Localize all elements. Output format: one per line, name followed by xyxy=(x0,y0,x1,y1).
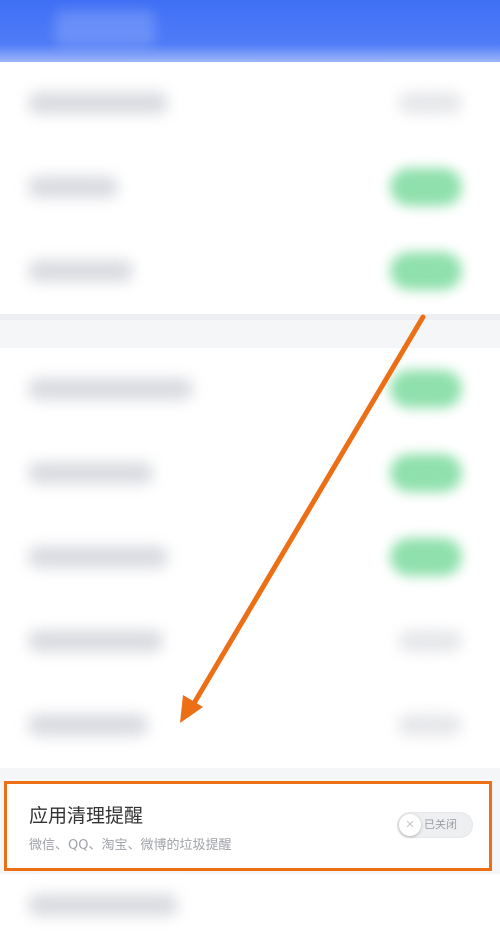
blurred-label xyxy=(28,462,153,484)
settings-row-blurred[interactable] xyxy=(0,516,500,600)
blurred-toggle-on[interactable] xyxy=(390,370,462,408)
blurred-label xyxy=(28,714,148,736)
settings-row-blurred[interactable] xyxy=(0,600,500,684)
settings-row-blurred[interactable] xyxy=(0,432,500,516)
blurred-label xyxy=(28,260,133,282)
settings-row-blurred[interactable] xyxy=(0,230,500,314)
settings-row-blurred[interactable] xyxy=(0,874,500,947)
blurred-toggle-on[interactable] xyxy=(390,538,462,576)
blurred-toggle-off xyxy=(398,714,462,736)
close-x-icon: ✕ xyxy=(405,818,415,831)
blurred-toggle-off xyxy=(398,630,462,652)
settings-row-blurred[interactable] xyxy=(0,146,500,230)
header-title-blurred xyxy=(55,10,155,46)
blurred-toggle-off xyxy=(398,92,462,114)
blurred-label xyxy=(28,378,193,400)
blurred-label xyxy=(28,546,168,568)
blurred-label xyxy=(28,630,163,652)
blurred-toggle-on[interactable] xyxy=(390,168,462,206)
setting-title: 应用清理提醒 xyxy=(29,805,144,827)
section-divider xyxy=(0,314,500,320)
toggle-knob: ✕ xyxy=(399,814,421,836)
settings-row-blurred[interactable] xyxy=(0,62,500,146)
settings-row-blurred[interactable] xyxy=(0,684,500,768)
toggle-state-label: 已关闭 xyxy=(424,818,457,831)
blurred-label xyxy=(28,92,168,114)
blurred-label xyxy=(28,894,178,916)
blurred-label xyxy=(28,176,118,198)
cleanup-reminder-toggle[interactable]: ✕ 已关闭 xyxy=(397,812,473,838)
settings-row-blurred[interactable] xyxy=(0,348,500,432)
blurred-toggle-on[interactable] xyxy=(390,252,462,290)
app-cleanup-reminder-row[interactable]: 应用清理提醒 微信、QQ、淘宝、微博的垃圾提醒 ✕ 已关闭 xyxy=(4,781,492,871)
blurred-toggle-on[interactable] xyxy=(390,454,462,492)
setting-subtitle: 微信、QQ、淘宝、微博的垃圾提醒 xyxy=(29,838,232,853)
